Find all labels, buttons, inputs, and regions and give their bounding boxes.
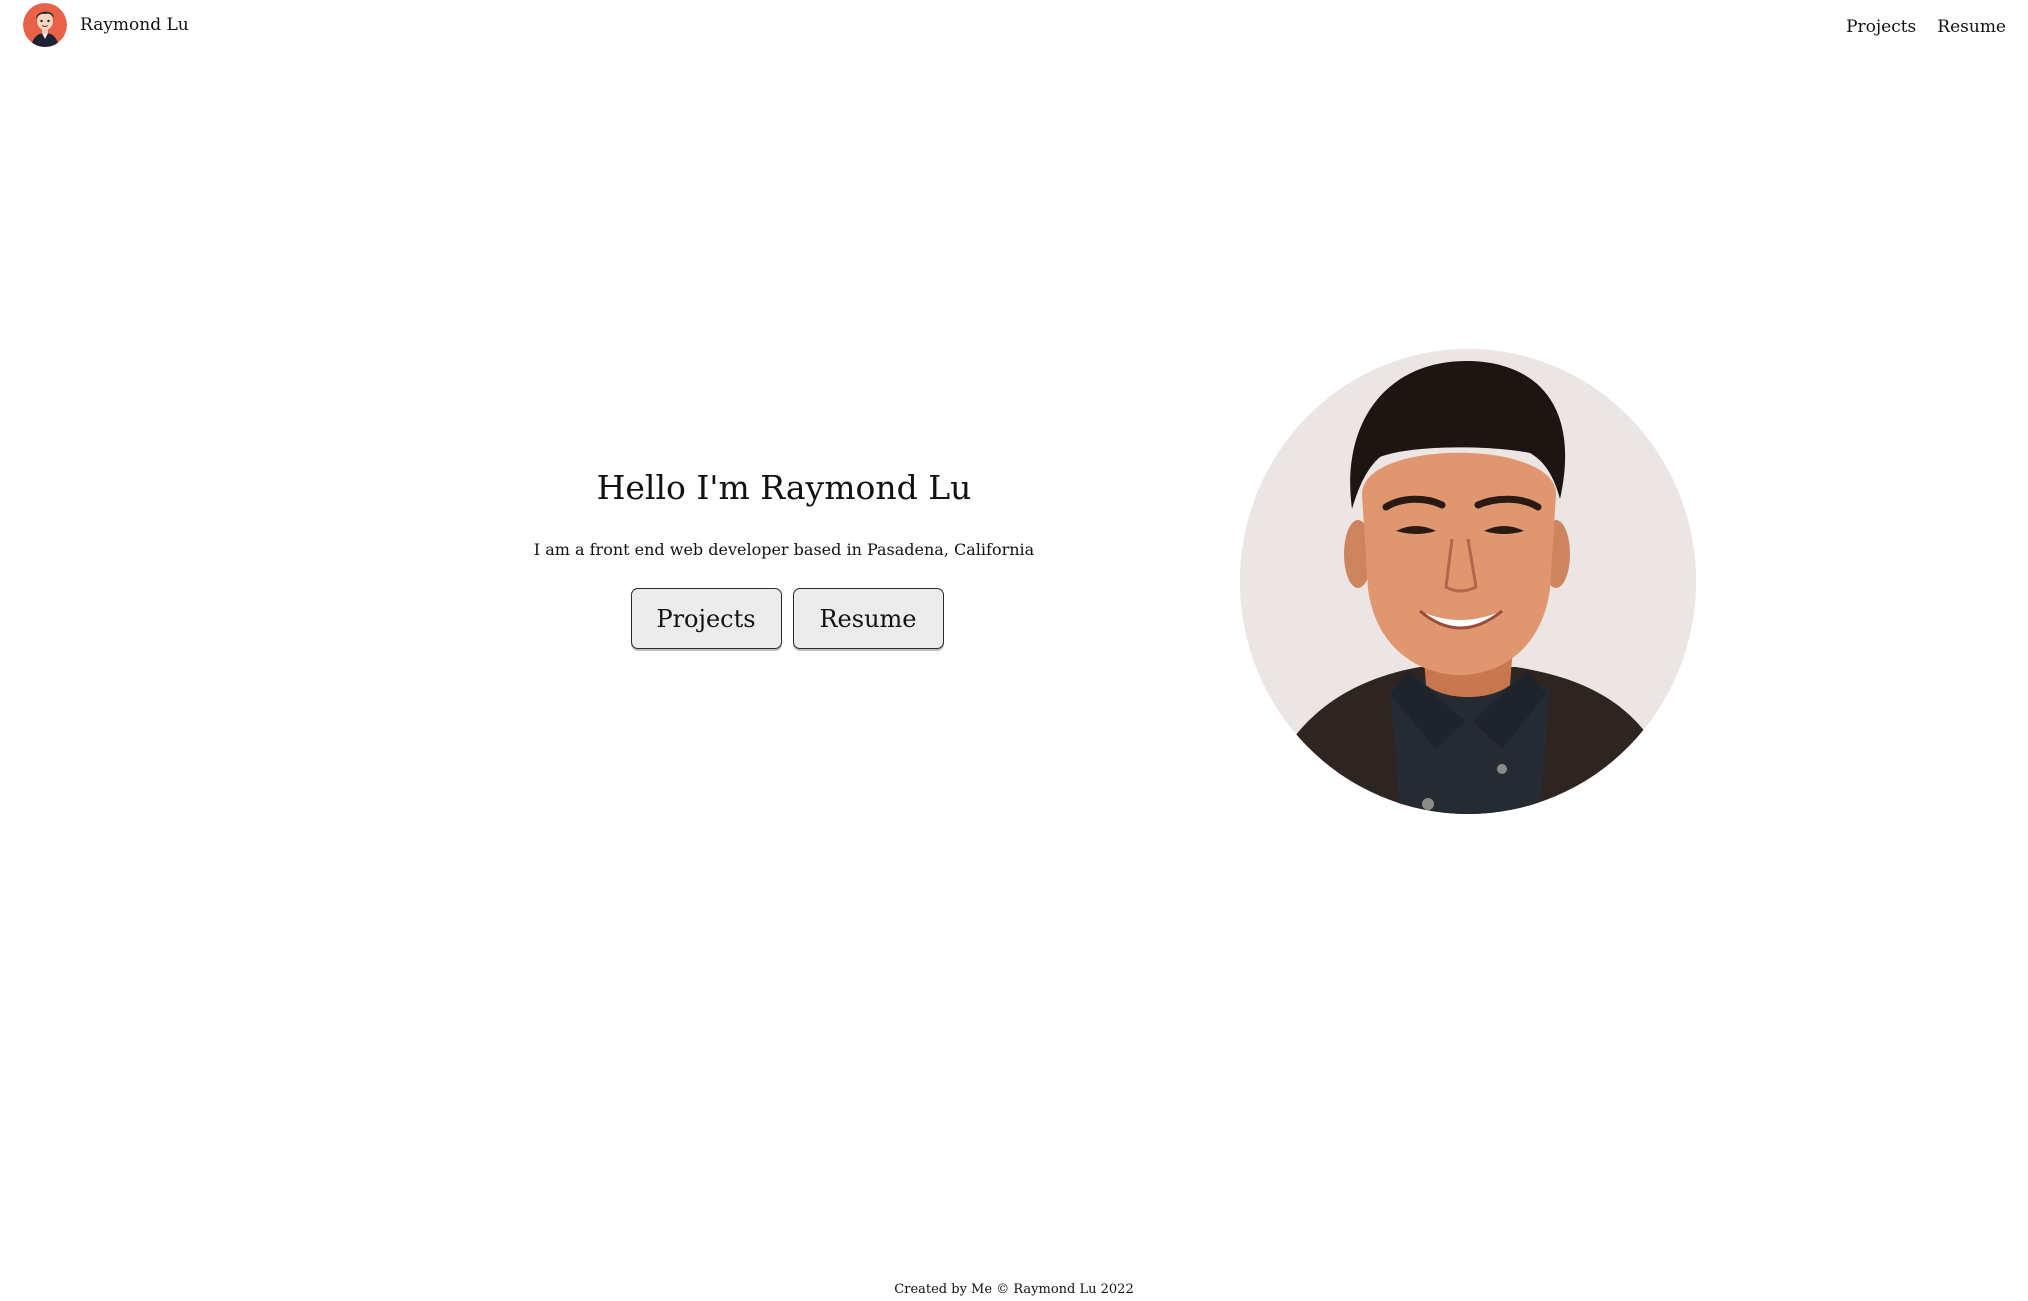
cartoon-avatar-icon (23, 3, 67, 47)
hero-title: Hello I'm Raymond Lu (596, 468, 972, 507)
brand-link[interactable]: Raymond Lu (23, 3, 189, 47)
nav-links: Projects Resume (1846, 17, 2006, 37)
projects-button[interactable]: Projects (630, 588, 782, 649)
footer: Created by Me © Raymond Lu 2022 (894, 1282, 1134, 1297)
hero-intro: Hello I'm Raymond Lu I am a front end we… (490, 466, 1078, 649)
hero-buttons: Projects Resume (490, 588, 1078, 649)
navbar: Raymond Lu Projects Resume (0, 0, 2028, 58)
nav-link-resume[interactable]: Resume (1937, 17, 2006, 37)
brand-name: Raymond Lu (80, 15, 189, 35)
page: Raymond Lu Projects Resume Hello I'm Ray… (0, 0, 2028, 1301)
hero-subtitle: I am a front end web developer based in … (533, 540, 1035, 559)
resume-button[interactable]: Resume (792, 588, 944, 649)
profile-photo (1240, 349, 1696, 814)
nav-link-projects[interactable]: Projects (1846, 17, 1916, 37)
